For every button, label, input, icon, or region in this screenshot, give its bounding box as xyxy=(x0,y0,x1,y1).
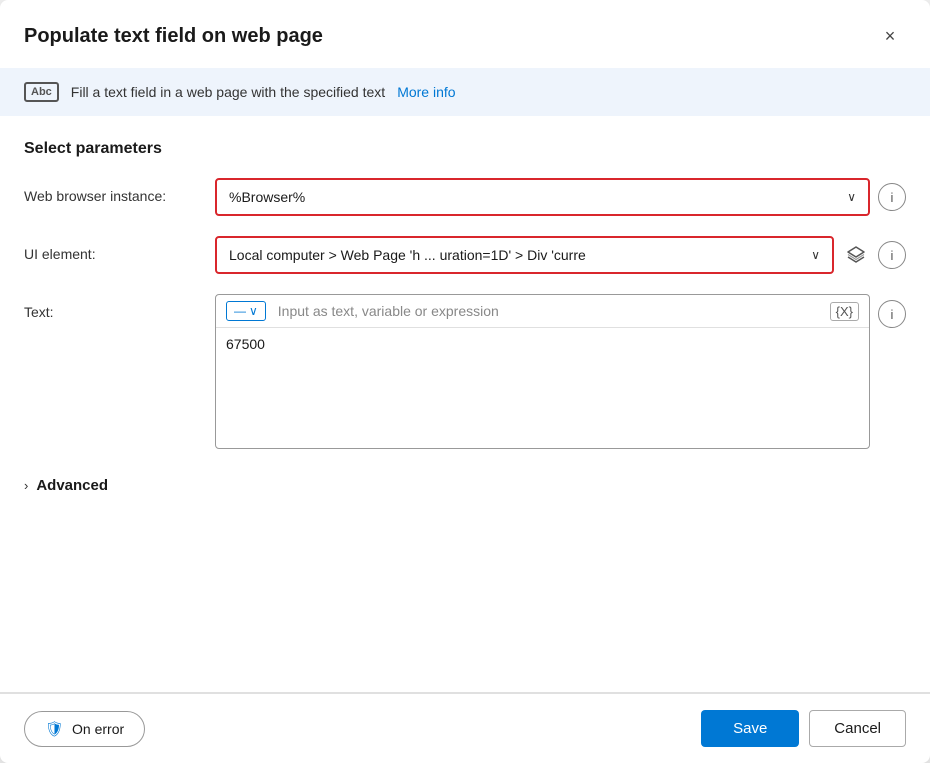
dialog-body: Select parameters Web browser instance: … xyxy=(0,116,930,692)
chevron-down-icon: ∨ xyxy=(847,190,856,204)
text-area-toolbar: — ∨ Input as text, variable or expressio… xyxy=(216,295,869,328)
text-control: — ∨ Input as text, variable or expressio… xyxy=(215,294,906,449)
expression-button[interactable]: {X} xyxy=(830,302,859,321)
section-title: Select parameters xyxy=(24,140,906,158)
dialog-header: Populate text field on web page × xyxy=(0,0,930,68)
abc-icon: Abc xyxy=(24,82,59,102)
ui-element-control: Local computer > Web Page 'h ... uration… xyxy=(215,236,906,274)
shield-icon: 🛡 xyxy=(45,720,64,738)
save-button[interactable]: Save xyxy=(701,710,799,747)
close-button[interactable]: × xyxy=(874,20,906,52)
info-banner-text: Fill a text field in a web page with the… xyxy=(71,84,385,100)
chevron-down-icon-2: ∨ xyxy=(811,248,820,262)
text-mode-button[interactable]: — ∨ xyxy=(226,301,266,321)
info-banner: Abc Fill a text field in a web page with… xyxy=(0,68,930,116)
ui-element-info-button[interactable]: i xyxy=(878,241,906,269)
advanced-section[interactable]: › Advanced xyxy=(24,469,906,502)
ui-element-row: UI element: Local computer > Web Page 'h… xyxy=(24,236,906,274)
advanced-label: Advanced xyxy=(36,477,108,494)
web-browser-info-button[interactable]: i xyxy=(878,183,906,211)
text-mode-icon: — xyxy=(234,304,246,318)
dialog-title: Populate text field on web page xyxy=(24,25,323,48)
web-browser-label: Web browser instance: xyxy=(24,178,199,204)
web-browser-control: %Browser% ∨ i xyxy=(215,178,906,216)
text-label: Text: xyxy=(24,294,199,320)
text-info-button[interactable]: i xyxy=(878,300,906,328)
chevron-down-icon-3: ∨ xyxy=(249,304,258,318)
footer-actions: Save Cancel xyxy=(701,710,906,747)
web-browser-row: Web browser instance: %Browser% ∨ i xyxy=(24,178,906,216)
text-row: Text: — ∨ Input as text, variable or exp… xyxy=(24,294,906,449)
dialog: Populate text field on web page × Abc Fi… xyxy=(0,0,930,763)
ui-element-dropdown[interactable]: Local computer > Web Page 'h ... uration… xyxy=(215,236,834,274)
web-browser-dropdown[interactable]: %Browser% ∨ xyxy=(215,178,870,216)
web-browser-value: %Browser% xyxy=(229,189,305,205)
dialog-footer: 🛡 On error Save Cancel xyxy=(0,693,930,763)
info-icon-2: i xyxy=(891,248,894,263)
text-area-content[interactable]: 67500 xyxy=(216,328,869,448)
text-value: 67500 xyxy=(226,336,265,352)
cancel-button[interactable]: Cancel xyxy=(809,710,906,747)
info-icon: i xyxy=(891,190,894,205)
text-area-wrapper: — ∨ Input as text, variable or expressio… xyxy=(215,294,870,449)
ui-element-label: UI element: xyxy=(24,236,199,262)
chevron-right-icon: › xyxy=(24,478,28,493)
info-icon-3: i xyxy=(891,307,894,322)
more-info-link[interactable]: More info xyxy=(397,84,455,100)
on-error-label: On error xyxy=(72,721,124,737)
text-area-placeholder: Input as text, variable or expression xyxy=(270,303,826,319)
layers-icon[interactable] xyxy=(842,241,870,269)
ui-element-value: Local computer > Web Page 'h ... uration… xyxy=(229,247,586,263)
on-error-button[interactable]: 🛡 On error xyxy=(24,711,145,747)
